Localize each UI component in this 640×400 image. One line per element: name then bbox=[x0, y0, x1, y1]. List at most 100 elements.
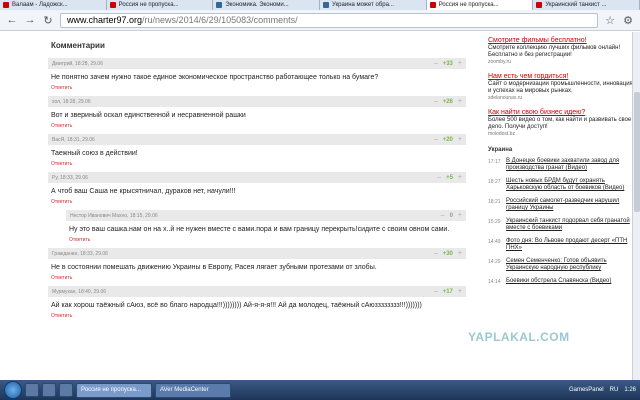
browser-tab[interactable]: Валаам - Ладожск... bbox=[0, 0, 107, 10]
feed-time: 14:29 bbox=[488, 259, 501, 265]
feed-time: 15:29 bbox=[488, 219, 501, 225]
comment-score: 0 bbox=[449, 212, 453, 219]
tab-label: Валаам - Ладожск... bbox=[12, 2, 68, 8]
feed-link[interactable]: Шесть новых БРДМ будут охранять Харьковс… bbox=[506, 178, 636, 192]
reply-link[interactable]: Ответить bbox=[48, 161, 466, 167]
favicon-icon bbox=[3, 2, 9, 8]
browser-tab[interactable]: Экономика. Экономи... bbox=[213, 0, 321, 10]
comment: Нестор Иванович Махно, 18:15, 29.06 –0 + Ну… bbox=[66, 210, 466, 243]
url-path: /ru/news/2014/6/29/105083/comments/ bbox=[142, 14, 298, 25]
comment-text: Вот и звериный оскал единственной и неср… bbox=[51, 112, 246, 119]
browser-tab[interactable]: Россия не пропуска... bbox=[106, 0, 214, 10]
vote-controls: –0 + bbox=[441, 212, 462, 219]
comment-text: А чтоб ваш Саша не крысятничал, дураков … bbox=[51, 188, 236, 195]
tray-label[interactable]: GamesPanel bbox=[569, 387, 604, 393]
vote-down-button[interactable]: – bbox=[441, 212, 445, 219]
vote-up-button[interactable]: + bbox=[458, 250, 462, 257]
feed-link[interactable]: Боевики обстрела Славянска (Видео) bbox=[506, 278, 611, 285]
back-button[interactable]: ← bbox=[6, 14, 18, 26]
vote-up-button[interactable]: + bbox=[458, 98, 462, 105]
feed-link[interactable]: Украинский танкист подорвал себя гранато… bbox=[506, 218, 636, 232]
scrollbar[interactable] bbox=[632, 32, 640, 380]
taskbar-task[interactable]: Россия не пропуска... bbox=[76, 382, 152, 398]
browser-tab[interactable]: Россия не пропуска... bbox=[426, 0, 534, 10]
vote-down-button[interactable]: – bbox=[434, 98, 438, 105]
reply-link[interactable]: Ответить bbox=[48, 275, 466, 281]
vote-up-button[interactable]: + bbox=[458, 136, 462, 143]
vote-controls: – +20 + bbox=[434, 136, 462, 143]
star-icon[interactable]: ☆ bbox=[604, 14, 616, 27]
vote-down-button[interactable]: – bbox=[434, 60, 438, 67]
reply-link[interactable]: Ответить bbox=[48, 85, 466, 91]
vote-controls: – +30 + bbox=[434, 250, 462, 257]
comment-meta: Ру, 18:33, 29.06 bbox=[52, 174, 88, 181]
feed-item: 14:14 Боевики обстрела Славянска (Видео) bbox=[488, 278, 636, 285]
vote-down-button[interactable]: – bbox=[434, 136, 438, 143]
reload-button[interactable]: ↻ bbox=[42, 14, 54, 27]
taskbar-task[interactable]: AVer MediaCenter bbox=[155, 382, 231, 398]
reply-link[interactable]: Ответить bbox=[48, 199, 466, 205]
start-button[interactable] bbox=[4, 381, 22, 399]
comment: хол, 18:28, 29.06 – +26 + Вот и звериный оск… bbox=[48, 96, 466, 129]
ad-body: Смотрите коллекцию лучших фильмов онлайн… bbox=[488, 45, 621, 58]
favicon-icon bbox=[216, 2, 223, 8]
vote-down-button[interactable]: – bbox=[434, 288, 438, 295]
ad-title-link[interactable]: Смотрите фильмы бесплатно! bbox=[488, 36, 636, 45]
favicon-icon bbox=[536, 2, 543, 8]
comment-text: Ай как хорош таёжный сАюз, всё во благо … bbox=[51, 302, 422, 309]
vote-down-button[interactable]: – bbox=[437, 174, 441, 181]
media-icon[interactable] bbox=[59, 383, 73, 397]
feed-link[interactable]: В Донецке боевики захватили завод для пр… bbox=[506, 158, 636, 172]
comment-meta: ВасЯ, 18:31, 29.06 bbox=[52, 136, 95, 143]
feed-time: 14:49 bbox=[488, 239, 501, 245]
reply-link[interactable]: Ответить bbox=[66, 237, 466, 243]
feed-link[interactable]: Российский самолет-разведчик нарушил гра… bbox=[506, 198, 636, 212]
tab-label: Россия не пропуска... bbox=[438, 2, 499, 8]
comment-text: Ну это ваш сашка.нам он на х..й не нужен… bbox=[69, 226, 450, 233]
reply-link[interactable]: Ответить bbox=[48, 123, 466, 129]
feed-item: 18:21 Российский самолет-разведчик наруши… bbox=[488, 198, 636, 212]
browser-window: Валаам - Ладожск... Россия не пропуска...… bbox=[0, 0, 640, 400]
feed-link[interactable]: Фото дня: Во Львове продают десерт «ПТН … bbox=[506, 238, 636, 252]
ad-url[interactable]: molodost.bz bbox=[488, 131, 636, 137]
feed-link[interactable]: Семен Семенченко: Готов объявить Украинс… bbox=[506, 258, 636, 272]
page-content: Комментарии Дмитрий, 18:28, 29.06– +33 + Не… bbox=[0, 32, 640, 380]
comment-text: Не в состоянии помешать движению Украины… bbox=[51, 264, 377, 271]
ad-title-link[interactable]: Нам есть чем гордиться! bbox=[488, 72, 636, 81]
tab-label: Украинский танкист ... bbox=[545, 2, 607, 8]
system-tray: GamesPanel RU 1:26 bbox=[569, 387, 636, 393]
comment-score: +26 bbox=[442, 98, 453, 105]
browser-tab[interactable]: Украинский танкист ... bbox=[533, 0, 640, 10]
browser-tab[interactable]: Украина может обра... bbox=[320, 0, 427, 10]
ad-title-link[interactable]: Как найти свою бизнес идею? bbox=[488, 108, 636, 117]
comment-meta: хол, 18:28, 29.06 bbox=[52, 98, 91, 105]
vote-up-button[interactable]: + bbox=[458, 288, 462, 295]
favicon-icon bbox=[109, 2, 116, 8]
ad-url[interactable]: zoomby.ru bbox=[488, 59, 636, 65]
tab-label: Россия не пропуска... bbox=[118, 2, 179, 8]
ad-url[interactable]: sdelanounas.ru bbox=[488, 95, 636, 101]
taskbar: Россия не пропуска... AVer MediaCenter Ga… bbox=[0, 380, 640, 400]
comment-meta: Мурмухан, 18:40, 29.06 bbox=[52, 288, 107, 295]
comment-header: Дмитрий, 18:28, 29.06 – +33 + bbox=[48, 58, 466, 69]
vote-up-button[interactable]: + bbox=[458, 174, 462, 181]
language-indicator[interactable]: RU bbox=[610, 387, 619, 393]
clock[interactable]: 1:26 bbox=[624, 387, 636, 393]
folder-icon[interactable] bbox=[42, 383, 56, 397]
vote-up-button[interactable]: + bbox=[458, 212, 462, 219]
forward-button[interactable]: → bbox=[24, 14, 36, 26]
vote-controls: – +5 + bbox=[437, 174, 462, 181]
tab-label: Экономика. Экономи... bbox=[225, 2, 289, 8]
ie-icon[interactable] bbox=[25, 383, 39, 397]
ad-item: Как найти свою бизнес идею? Более 500 вид… bbox=[488, 108, 636, 137]
url-host: www.charter97.org bbox=[67, 14, 143, 25]
comment: Дмитрий, 18:28, 29.06 – +33 + Не понятно зач… bbox=[48, 58, 466, 91]
wrench-icon[interactable]: ⚙ bbox=[622, 14, 634, 27]
watermark: YAPLAKAL.COM bbox=[468, 330, 570, 344]
feed-time: 17:17 bbox=[488, 159, 501, 165]
address-bar[interactable]: www.charter97.org/ru/news/2014/6/29/1050… bbox=[60, 12, 598, 28]
vote-down-button[interactable]: – bbox=[434, 250, 438, 257]
reply-link[interactable]: Ответить bbox=[48, 313, 466, 319]
scrollbar-thumb[interactable] bbox=[634, 92, 640, 212]
vote-up-button[interactable]: + bbox=[458, 60, 462, 67]
